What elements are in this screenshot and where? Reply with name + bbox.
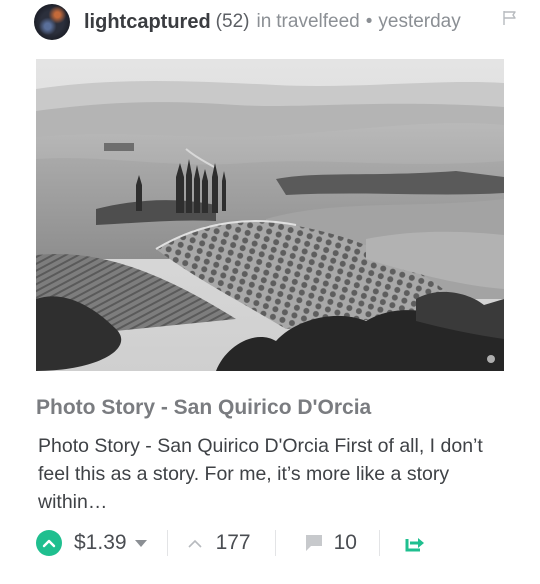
author-name[interactable]: lightcaptured <box>84 11 211 34</box>
comments-button[interactable]: 10 <box>302 531 357 555</box>
author-reputation: (52) <box>215 11 250 32</box>
post-image[interactable] <box>36 59 504 371</box>
post-time[interactable]: yesterday <box>378 11 460 33</box>
divider <box>166 530 168 556</box>
divider <box>274 530 276 556</box>
resteem-icon[interactable] <box>404 533 426 553</box>
upvote-button[interactable] <box>36 530 62 556</box>
chevron-down-icon[interactable] <box>134 539 147 547</box>
votes-count: 177 <box>215 531 251 554</box>
divider <box>378 530 380 556</box>
community-link[interactable]: travelfeed <box>276 11 359 33</box>
avatar[interactable] <box>34 4 70 40</box>
separator-dot: • <box>365 11 373 32</box>
post-header: lightcaptured (52) in travelfeed • yeste… <box>34 4 516 40</box>
post-title[interactable]: Photo Story - San Quirico D'Orcia <box>36 396 371 420</box>
payout-value[interactable]: $1.39 <box>74 531 127 555</box>
flag-icon[interactable] <box>502 10 518 26</box>
comments-count: 10 <box>333 531 357 554</box>
post-card[interactable]: lightcaptured (52) in travelfeed • yeste… <box>0 0 540 584</box>
comment-icon <box>305 535 322 551</box>
post-summary[interactable]: Photo Story - San Quirico D'Orcia First … <box>38 432 508 516</box>
votes-button[interactable]: 177 <box>186 531 251 555</box>
post-footer: $1.39 177 10 <box>36 527 516 559</box>
in-label: in <box>256 11 272 32</box>
up-arrow-icon <box>187 539 202 548</box>
upvote-circle-icon <box>42 539 56 548</box>
